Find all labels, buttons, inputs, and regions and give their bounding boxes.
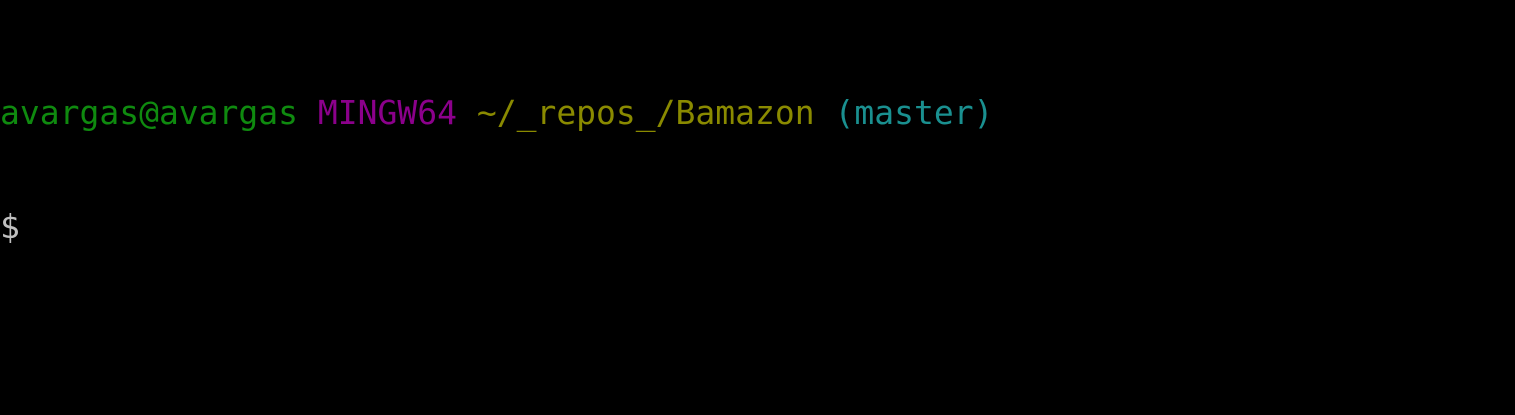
git-branch: (master) [834, 93, 994, 132]
terminal-window[interactable]: avargas@avargas MINGW64 ~/_repos_/Bamazo… [0, 0, 1515, 415]
prompt-symbol: $ [0, 207, 20, 246]
prompt-info-line: avargas@avargas MINGW64 ~/_repos_/Bamazo… [0, 94, 1515, 132]
current-path: ~/_repos_/Bamazon [476, 93, 815, 132]
command-input-line[interactable]: $ [0, 208, 1515, 246]
user-host: avargas@avargas [0, 93, 299, 132]
system-name: MINGW64 [317, 93, 457, 132]
